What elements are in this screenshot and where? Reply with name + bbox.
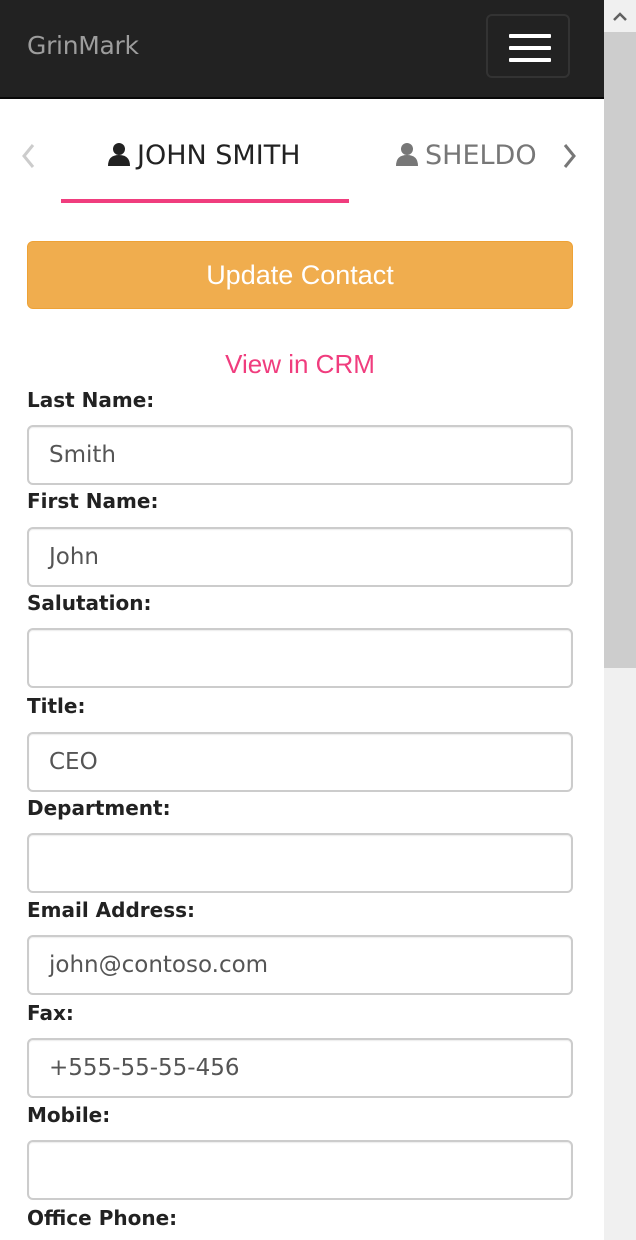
fax-label: Fax:: [27, 1001, 74, 1025]
first-name-label: First Name:: [27, 489, 159, 513]
mobile-label: Mobile:: [27, 1103, 111, 1127]
mobile-input[interactable]: [27, 1140, 573, 1200]
navbar: GrinMark: [0, 0, 604, 99]
page: GrinMark JOHN SMITH SHELDON Updat: [0, 0, 604, 1240]
fax-input[interactable]: +555-55-55-456: [27, 1038, 573, 1098]
first-name-input[interactable]: John: [27, 527, 573, 587]
email-address-input[interactable]: john@contoso.com: [27, 935, 573, 995]
email-address-label: Email Address:: [27, 898, 196, 922]
last-name-label: Last Name:: [27, 388, 155, 412]
brand-logo[interactable]: GrinMark: [27, 31, 139, 60]
view-in-crm-link[interactable]: View in CRM: [0, 349, 600, 380]
update-contact-button[interactable]: Update Contact: [27, 241, 573, 309]
tab-john-smith[interactable]: JOHN SMITH: [108, 140, 301, 173]
user-icon: [108, 142, 130, 173]
chevron-left-icon[interactable]: [20, 142, 36, 175]
office-phone-label: Office Phone:: [27, 1206, 178, 1230]
salutation-input[interactable]: [27, 628, 573, 688]
title-label: Title:: [27, 694, 86, 718]
department-label: Department:: [27, 796, 171, 820]
user-icon: [396, 142, 418, 173]
salutation-label: Salutation:: [27, 591, 152, 615]
contact-tabs: JOHN SMITH SHELDON: [0, 100, 604, 210]
title-input[interactable]: CEO: [27, 732, 573, 792]
chevron-right-icon[interactable]: [562, 142, 578, 175]
tab-sheldon[interactable]: SHELDON: [396, 140, 539, 173]
tab-label: JOHN SMITH: [137, 140, 301, 171]
menu-toggle-button[interactable]: [486, 14, 570, 78]
scrollbar-thumb[interactable]: [604, 32, 636, 668]
department-input[interactable]: [27, 833, 573, 893]
active-tab-indicator: [61, 199, 349, 203]
last-name-input[interactable]: Smith: [27, 425, 573, 485]
tab-label: SHELDON: [425, 140, 539, 171]
vertical-scrollbar[interactable]: [604, 0, 636, 1240]
scroll-up-arrow-icon[interactable]: [604, 0, 636, 32]
